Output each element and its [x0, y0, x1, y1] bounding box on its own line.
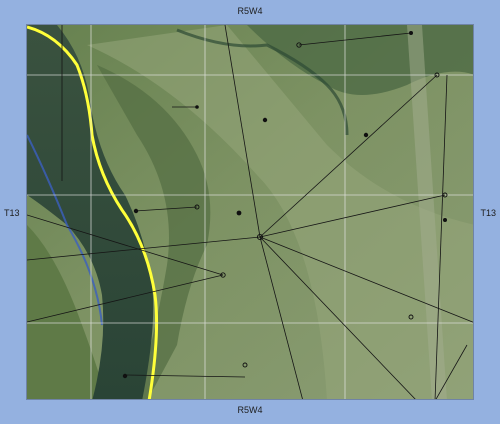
satellite-map[interactable] [26, 24, 474, 400]
range-label-bottom: R5W4 [237, 405, 263, 415]
township-label-right: T13 [480, 208, 496, 218]
map-viewer: { "map": { "type": "satellite-imagery", … [0, 0, 500, 424]
range-label-top: R5W4 [237, 6, 263, 16]
map-canvas [27, 25, 473, 399]
township-label-left: T13 [4, 208, 20, 218]
